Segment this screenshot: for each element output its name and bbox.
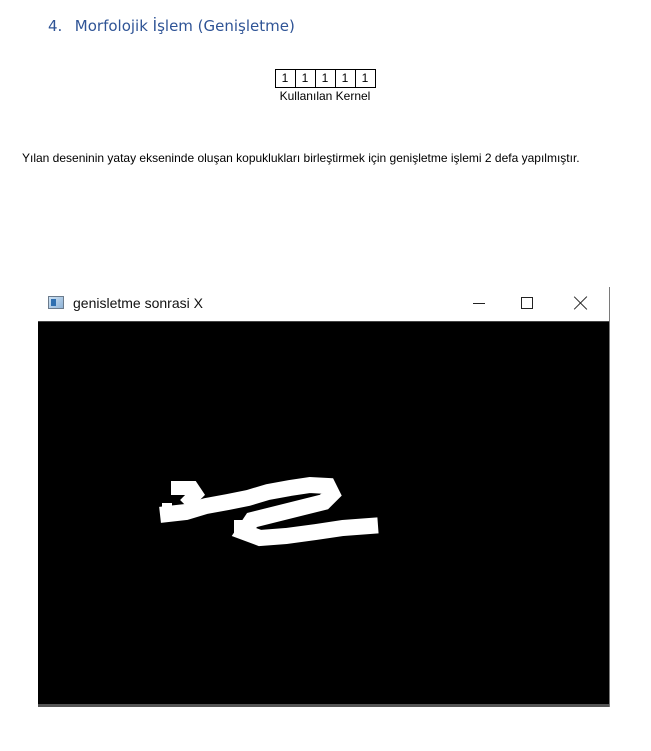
minimize-icon <box>473 302 485 304</box>
dilated-snake-image <box>159 476 379 547</box>
kernel-cell: 1 <box>334 69 356 88</box>
image-window: genisletme sonrasi X <box>38 287 610 707</box>
maximize-button[interactable] <box>504 287 550 319</box>
kernel-cell: 1 <box>294 69 316 88</box>
section-heading: 4. Morfolojik İşlem (Genişletme) <box>48 17 295 35</box>
close-button[interactable] <box>558 287 604 319</box>
image-canvas <box>38 321 609 707</box>
heading-text: Morfolojik İşlem (Genişletme) <box>74 17 295 35</box>
window-title: genisletme sonrasi X <box>73 295 203 311</box>
kernel-cell: 1 <box>314 69 336 88</box>
maximize-icon <box>521 297 533 309</box>
kernel-caption: Kullanılan Kernel <box>279 89 371 103</box>
minimize-button[interactable] <box>456 287 502 319</box>
kernel-cell: 1 <box>354 69 376 88</box>
kernel-cell: 1 <box>274 69 296 88</box>
kernel-figure: 1 1 1 1 1 Kullanılan Kernel <box>270 69 380 103</box>
app-icon <box>48 296 64 309</box>
kernel-table: 1 1 1 1 1 <box>274 69 376 88</box>
window-titlebar[interactable]: genisletme sonrasi X <box>38 287 609 321</box>
heading-number: 4. <box>48 17 63 35</box>
close-icon <box>574 296 588 310</box>
description-paragraph: Yılan deseninin yatay ekseninde oluşan k… <box>22 151 580 165</box>
